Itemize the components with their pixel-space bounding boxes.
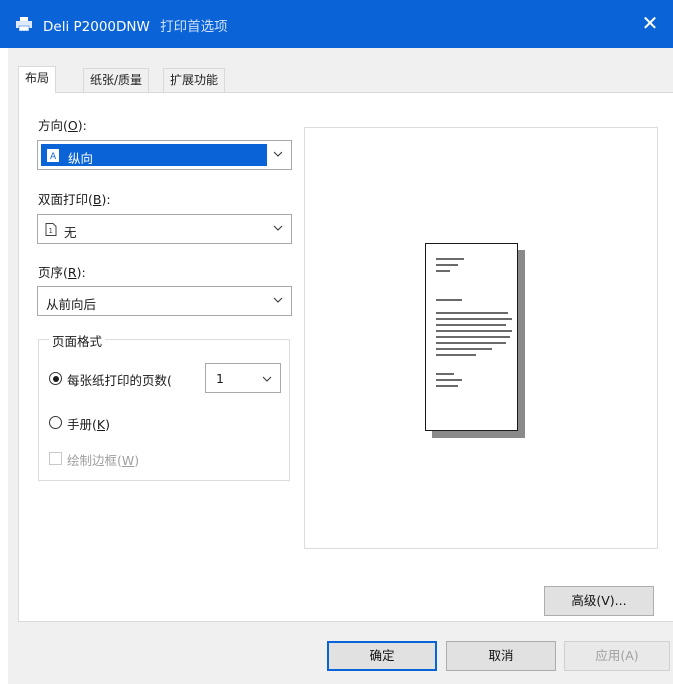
duplex-value: 无 (64, 225, 77, 240)
cancel-button[interactable]: 取消 (446, 641, 556, 671)
chevron-down-icon (273, 297, 283, 303)
booklet-radio[interactable] (49, 416, 62, 429)
svg-text:1: 1 (49, 227, 53, 235)
svg-text:A: A (50, 152, 57, 162)
ok-button[interactable]: 确定 (327, 641, 437, 671)
pages-per-sheet-label: 每张纸打印的页数( (67, 373, 172, 388)
advanced-button[interactable]: 高级(V)... (544, 586, 654, 616)
tab-layout[interactable]: 布局 (18, 66, 57, 93)
title-suffix: 打印首选项 (160, 19, 228, 35)
pages-per-sheet-select[interactable]: 1 (205, 363, 281, 393)
chevron-down-icon (273, 225, 283, 231)
orientation-value: 纵向 (68, 151, 94, 166)
close-icon: ✕ (641, 11, 659, 35)
portrait-icon: A (47, 149, 59, 162)
apply-button[interactable]: 应用(A) (564, 641, 670, 671)
tab-label: 纸张/质量 (90, 73, 143, 87)
printer-name: Deli P2000DNW (43, 19, 150, 35)
pages-per-sheet-value: 1 (216, 371, 224, 386)
title-bar: Deli P2000DNW 打印首选项 ✕ (0, 0, 673, 48)
page-order-select[interactable]: 从前向后 (37, 286, 292, 316)
printer-icon (16, 17, 32, 31)
tab-paper-quality[interactable]: 纸张/质量 (83, 68, 150, 92)
tab-label: 布局 (25, 71, 50, 85)
duplex-label: 双面打印(B): (38, 192, 111, 207)
tab-extended[interactable]: 扩展功能 (163, 68, 226, 92)
tab-label: 扩展功能 (170, 73, 219, 87)
draw-borders-label: 绘制边框(W) (67, 453, 140, 468)
pages-per-sheet-radio[interactable] (49, 372, 62, 385)
page-preview-icon (425, 243, 518, 431)
single-page-icon: 1 (45, 223, 57, 236)
chevron-down-icon (273, 151, 283, 157)
chevron-down-icon (262, 376, 272, 382)
page-order-value: 从前向后 (46, 297, 97, 312)
close-button[interactable]: ✕ (627, 0, 673, 48)
orientation-label: 方向(O): (38, 118, 87, 133)
draw-borders-checkbox[interactable] (49, 452, 62, 465)
duplex-select[interactable]: 1 无 (37, 214, 292, 244)
page-format-legend: 页面格式 (49, 331, 106, 350)
page-order-label: 页序(R): (38, 265, 86, 280)
booklet-label: 手册(K) (67, 417, 110, 432)
orientation-select[interactable]: A 纵向 (37, 140, 292, 170)
window-title: Deli P2000DNW 打印首选项 (43, 15, 228, 35)
